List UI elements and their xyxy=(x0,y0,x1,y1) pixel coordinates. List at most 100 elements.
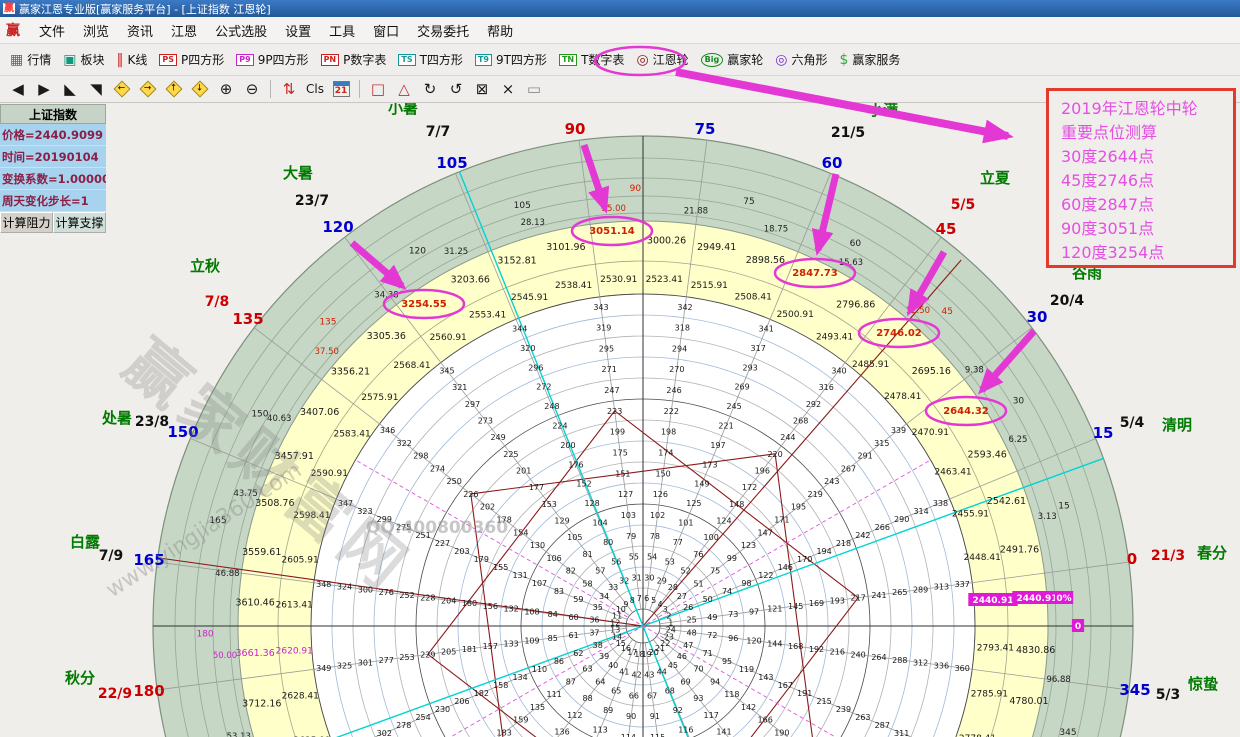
toolbar-button-sectors[interactable]: ▣板块 xyxy=(57,48,110,71)
box-x-button[interactable]: ⊠ xyxy=(470,78,494,100)
svg-text:2593.46: 2593.46 xyxy=(968,449,1007,460)
toolbar-button-p-square[interactable]: PSP四方形 xyxy=(153,48,230,71)
rotate-cw-button[interactable]: ↻ xyxy=(418,78,442,100)
cross-arrows-icon: × xyxy=(502,80,515,98)
toolbar-button-kline[interactable]: ‖K线 xyxy=(111,48,154,71)
svg-text:240: 240 xyxy=(851,650,866,659)
svg-text:3101.96: 3101.96 xyxy=(546,242,585,253)
svg-text:105: 105 xyxy=(436,154,467,172)
menu-item-8[interactable]: 交易委托 xyxy=(408,18,478,43)
toolbar-label-kline: K线 xyxy=(128,51,148,68)
zoom-in-button[interactable]: ⊕ xyxy=(214,78,238,100)
svg-text:34: 34 xyxy=(599,592,609,601)
svg-text:82: 82 xyxy=(566,567,576,576)
menu-item-7[interactable]: 窗口 xyxy=(364,18,408,43)
svg-text:227: 227 xyxy=(435,539,450,548)
cross-arrows-button[interactable]: × xyxy=(496,78,520,100)
svg-text:289: 289 xyxy=(913,585,928,594)
toolbar-button-t-square[interactable]: TST四方形 xyxy=(392,48,469,71)
svg-text:229: 229 xyxy=(420,650,435,659)
svg-text:274: 274 xyxy=(430,464,445,473)
svg-text:321: 321 xyxy=(452,383,467,392)
toolbar-button-9t-square[interactable]: T99T四方形 xyxy=(469,48,553,71)
svg-text:3712.16: 3712.16 xyxy=(242,699,281,710)
calendar-button[interactable]: 21 xyxy=(329,78,353,100)
svg-text:20/4: 20/4 xyxy=(1050,293,1085,309)
flip-down-button[interactable]: ◥ xyxy=(84,78,108,100)
svg-text:80: 80 xyxy=(603,538,613,547)
move-down-button[interactable]: ↓ xyxy=(188,78,212,100)
svg-text:0: 0 xyxy=(1127,550,1137,568)
cls-button[interactable]: Cls xyxy=(303,78,327,100)
svg-text:68: 68 xyxy=(665,687,675,696)
toolbar-label-sectors: 板块 xyxy=(80,51,104,68)
menu-item-0[interactable]: 文件 xyxy=(30,18,74,43)
svg-text:45: 45 xyxy=(942,307,953,317)
svg-text:341: 341 xyxy=(759,325,774,334)
t-updown-button[interactable]: ⇅ xyxy=(277,78,301,100)
svg-text:201: 201 xyxy=(516,467,531,476)
svg-text:50.00: 50.00 xyxy=(213,651,237,661)
svg-text:220: 220 xyxy=(767,450,782,459)
menu-item-6[interactable]: 工具 xyxy=(320,18,364,43)
svg-text:87: 87 xyxy=(566,677,576,686)
toolbar-button-winner-service[interactable]: $赢家服务 xyxy=(834,48,907,71)
svg-text:224: 224 xyxy=(552,422,567,431)
screen-icon: ▭ xyxy=(527,80,541,98)
svg-text:3000.26: 3000.26 xyxy=(647,236,686,247)
svg-text:41: 41 xyxy=(619,667,629,676)
title-bar[interactable]: 赢 赢家江恩专业版[赢家服务平台] - [上证指数 江恩轮] xyxy=(0,0,1240,17)
square-tool-button[interactable]: □ xyxy=(366,78,390,100)
calc-support-button[interactable]: 计算支撑 xyxy=(53,212,106,233)
svg-text:2560.91: 2560.91 xyxy=(430,333,467,343)
svg-text:320: 320 xyxy=(520,344,535,353)
svg-text:60: 60 xyxy=(850,239,862,249)
menu-item-1[interactable]: 浏览 xyxy=(74,18,118,43)
svg-text:198: 198 xyxy=(661,428,676,437)
svg-text:218: 218 xyxy=(836,539,851,548)
screen-button[interactable]: ▭ xyxy=(522,78,546,100)
svg-text:173: 173 xyxy=(702,460,717,469)
svg-text:180: 180 xyxy=(196,630,213,640)
svg-text:39: 39 xyxy=(599,652,609,661)
toolbar-button-hexagon[interactable]: ◎六角形 xyxy=(769,48,833,71)
svg-text:346: 346 xyxy=(380,426,395,435)
svg-text:317: 317 xyxy=(751,344,766,353)
toolbar-button-9p-square[interactable]: P99P四方形 xyxy=(230,48,314,71)
toolbar-label-p-number-table: P数字表 xyxy=(343,51,386,68)
rotate-ccw-button[interactable]: ↺ xyxy=(444,78,468,100)
menu-item-2[interactable]: 资讯 xyxy=(118,18,162,43)
toolbar-button-gann-wheel[interactable]: ◎江恩轮 xyxy=(630,48,694,71)
toolbar-button-quotes[interactable]: ▦行情 xyxy=(4,48,57,71)
flip-up-button[interactable]: ◣ xyxy=(58,78,82,100)
menu-item-4[interactable]: 公式选股 xyxy=(206,18,276,43)
svg-text:325: 325 xyxy=(337,661,352,670)
toolbar-button-winner-wheel[interactable]: Big赢家轮 xyxy=(695,48,770,71)
svg-text:318: 318 xyxy=(675,324,690,333)
svg-text:处暑: 处暑 xyxy=(101,409,132,427)
back-button[interactable]: ◀ xyxy=(6,78,30,100)
svg-text:2491.76: 2491.76 xyxy=(1000,544,1039,555)
move-left-button[interactable]: ← xyxy=(110,78,134,100)
triangle-tool-button[interactable]: △ xyxy=(392,78,416,100)
menu-item-5[interactable]: 设置 xyxy=(276,18,320,43)
zoom-out-button[interactable]: ⊖ xyxy=(240,78,264,100)
svg-text:222: 222 xyxy=(664,407,679,416)
move-right-button[interactable]: → xyxy=(136,78,160,100)
svg-text:265: 265 xyxy=(892,588,907,597)
forward-button[interactable]: ▶ xyxy=(32,78,56,100)
svg-text:2583.41: 2583.41 xyxy=(333,429,370,439)
menu-item-9[interactable]: 帮助 xyxy=(478,18,522,43)
toolbar-button-p-number-table[interactable]: PNP数字表 xyxy=(315,48,393,71)
menu-item-3[interactable]: 江恩 xyxy=(162,18,206,43)
toolbar-button-t-number-table[interactable]: TNT数字表 xyxy=(553,48,631,71)
svg-text:春分: 春分 xyxy=(1197,544,1227,562)
svg-text:45: 45 xyxy=(936,220,957,238)
svg-text:290: 290 xyxy=(894,515,909,524)
zoom-in-icon: ⊕ xyxy=(220,80,233,98)
calc-resistance-button[interactable]: 计算阻力 xyxy=(0,212,53,233)
svg-text:4830.86: 4830.86 xyxy=(1016,645,1055,656)
svg-text:100: 100 xyxy=(704,533,719,542)
forward-icon: ▶ xyxy=(38,80,50,98)
move-up-button[interactable]: ↑ xyxy=(162,78,186,100)
